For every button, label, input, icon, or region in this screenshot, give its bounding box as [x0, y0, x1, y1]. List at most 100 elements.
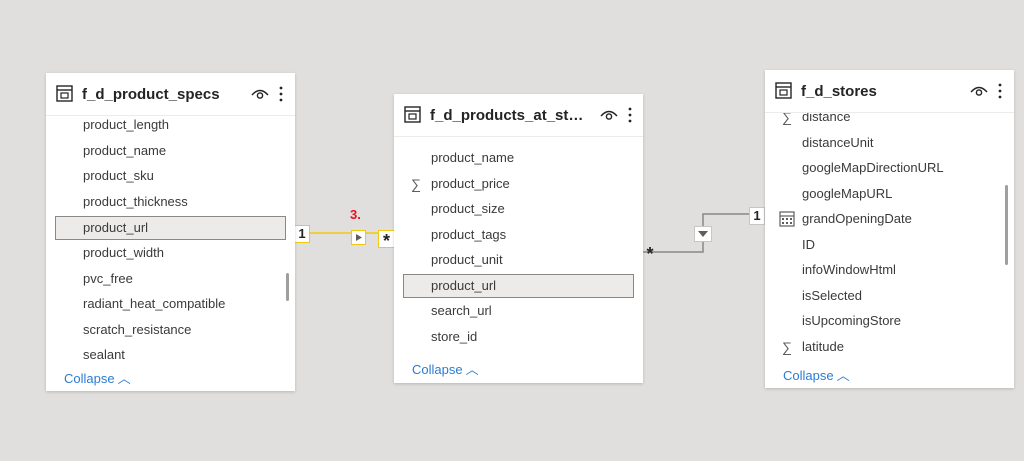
field-item[interactable]: isUpcomingStore	[774, 309, 1005, 333]
field-item[interactable]: googleMapDirectionURL	[774, 156, 1005, 180]
field-list[interactable]: product_name ∑ product_price product_size…	[394, 146, 643, 351]
field-name: isSelected	[802, 288, 862, 303]
table-icon	[404, 106, 421, 123]
field-name: product_price	[431, 176, 510, 191]
chevron-up-icon: ︿	[465, 362, 479, 377]
arrow-down-icon	[698, 231, 708, 237]
field-item[interactable]: radiant_heat_compatible	[55, 292, 286, 316]
field-name: distance	[802, 113, 851, 124]
scrollbar[interactable]	[1005, 185, 1008, 265]
more-options-icon[interactable]	[627, 106, 633, 124]
field-name: googleMapDirectionURL	[802, 160, 944, 175]
field-item-selected[interactable]: product_url	[403, 274, 634, 298]
field-item[interactable]: ∑ distance	[774, 113, 1005, 129]
field-list[interactable]: ∑ distance distanceUnit googleMapDirectio…	[765, 113, 1014, 359]
relationship-direction-button-2[interactable]	[694, 226, 712, 242]
table-title: f_d_stores	[801, 83, 877, 100]
field-item[interactable]: isSelected	[774, 284, 1005, 308]
relationship-cardinality-many-2: *	[646, 244, 654, 264]
field-name: product_tags	[431, 227, 507, 242]
sigma-icon: ∑	[782, 339, 792, 355]
collapse-label: Collapse	[783, 368, 834, 383]
field-name: product_length	[83, 117, 170, 132]
table-icon	[56, 85, 73, 102]
field-name: ID	[802, 237, 815, 252]
field-name: latitude	[802, 339, 844, 354]
collapse-link[interactable]: Collapse ︿	[783, 365, 850, 384]
field-name: radiant_heat_compatible	[83, 296, 226, 311]
collapse-link[interactable]: Collapse ︿	[412, 359, 479, 378]
collapse-label: Collapse	[412, 362, 463, 377]
field-name: product_unit	[431, 252, 503, 267]
relationship-cardinality-many: *	[378, 230, 395, 251]
field-name: grandOpeningDate	[802, 211, 912, 226]
more-options-icon[interactable]	[997, 82, 1003, 100]
field-item-selected[interactable]: product_url	[55, 216, 286, 240]
field-item[interactable]: infoWindowHtml	[774, 258, 1005, 282]
table-card-header[interactable]: f_d_product_specs	[46, 73, 295, 116]
field-item[interactable]: product_unit	[403, 248, 634, 272]
relationship-direction-button[interactable]	[351, 230, 366, 245]
table-card-header[interactable]: f_d_stores	[765, 70, 1014, 113]
field-name: product_name	[83, 143, 167, 158]
field-name: product_url	[83, 220, 149, 235]
eye-icon[interactable]	[970, 84, 988, 98]
arrow-right-icon	[356, 234, 362, 241]
field-item[interactable]: distanceUnit	[774, 131, 1005, 155]
field-item[interactable]: grandOpeningDate	[774, 207, 1005, 231]
field-item[interactable]: product_name	[55, 139, 286, 163]
field-item[interactable]: ∑ latitude	[774, 335, 1005, 359]
field-name: search_url	[431, 303, 492, 318]
table-title: f_d_products_at_store...	[430, 107, 592, 124]
field-item[interactable]: product_sku	[55, 164, 286, 188]
relationship-cardinality-one-2: 1	[749, 207, 765, 225]
eye-icon[interactable]	[600, 108, 618, 122]
relationship-cardinality-one: 1	[294, 225, 310, 243]
field-name: product_thickness	[83, 194, 188, 209]
field-item[interactable]: product_name	[403, 146, 634, 170]
table-card-product-specs[interactable]: f_d_product_specs product_length product…	[46, 73, 295, 391]
field-name: distanceUnit	[802, 135, 874, 150]
field-name: product_name	[431, 150, 515, 165]
field-item[interactable]: product_size	[403, 197, 634, 221]
eye-icon[interactable]	[251, 87, 269, 101]
table-card-products-at-store[interactable]: f_d_products_at_store... product_name ∑ p…	[394, 94, 643, 383]
field-item[interactable]: ID	[774, 233, 1005, 257]
field-name: product_size	[431, 201, 505, 216]
field-name: product_width	[83, 245, 164, 260]
scrollbar[interactable]	[286, 273, 289, 301]
field-item[interactable]: product_tags	[403, 223, 634, 247]
sigma-icon: ∑	[782, 113, 792, 125]
field-item[interactable]: sealant	[55, 343, 286, 359]
collapse-link[interactable]: Collapse ︿	[64, 368, 131, 387]
field-name: infoWindowHtml	[802, 262, 896, 277]
field-name: product_sku	[83, 168, 154, 183]
table-card-stores[interactable]: f_d_stores ∑ distance distanceUnit google…	[765, 70, 1014, 388]
field-item[interactable]: search_url	[403, 299, 634, 323]
chevron-up-icon: ︿	[836, 368, 850, 383]
table-card-header[interactable]: f_d_products_at_store...	[394, 94, 643, 137]
field-list[interactable]: product_length product_name product_sku …	[46, 116, 295, 359]
field-item[interactable]: pvc_free	[55, 267, 286, 291]
field-name: pvc_free	[83, 271, 133, 286]
more-options-icon[interactable]	[278, 85, 284, 103]
field-name: scratch_resistance	[83, 322, 192, 337]
field-name: isUpcomingStore	[802, 313, 901, 328]
sigma-icon: ∑	[411, 176, 421, 192]
table-icon	[775, 82, 792, 99]
table-title: f_d_product_specs	[82, 86, 220, 103]
field-name: store_id	[431, 329, 478, 344]
field-item[interactable]: ∑ product_price	[403, 172, 634, 196]
field-item[interactable]: googleMapURL	[774, 182, 1005, 206]
field-item[interactable]: scratch_resistance	[55, 318, 286, 342]
field-item[interactable]: product_thickness	[55, 190, 286, 214]
field-name: sealant	[83, 347, 125, 359]
collapse-label: Collapse	[64, 371, 115, 386]
annotation-3: 3.	[350, 207, 361, 222]
field-item[interactable]: product_width	[55, 241, 286, 265]
field-name: product_url	[431, 278, 497, 293]
field-item[interactable]: product_length	[55, 116, 286, 137]
field-name: googleMapURL	[802, 186, 893, 201]
field-item[interactable]: store_id	[403, 325, 634, 349]
chevron-up-icon: ︿	[117, 371, 131, 386]
